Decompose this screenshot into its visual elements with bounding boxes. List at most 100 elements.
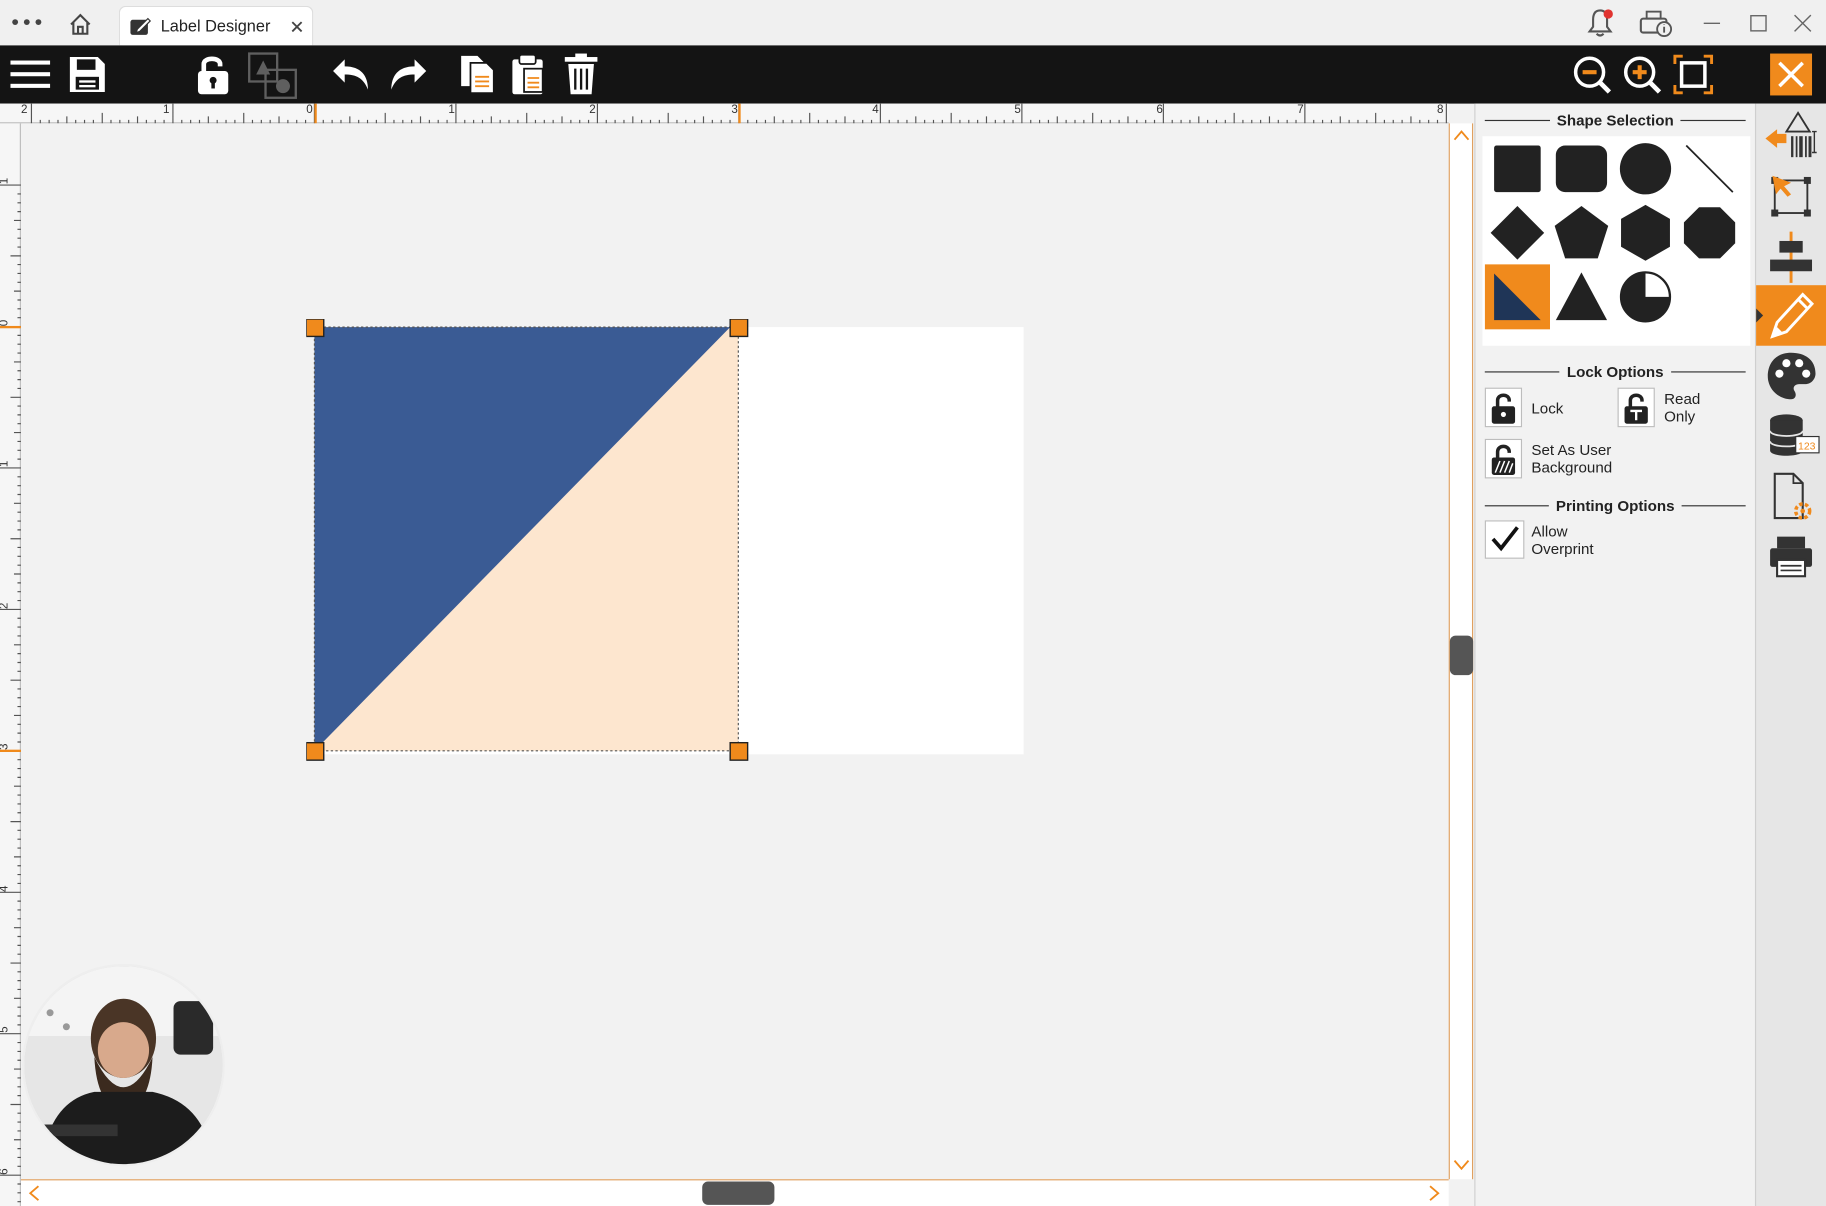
h-ruler-label: 0 (306, 103, 313, 117)
tool-rail: 123 (1754, 103, 1826, 1206)
circle-shape-option[interactable] (1613, 136, 1678, 201)
rail-select-object[interactable] (1756, 166, 1826, 227)
right-triangle-shape-option[interactable] (1484, 264, 1551, 330)
copy-icon[interactable] (456, 54, 503, 96)
more-icon[interactable] (12, 16, 42, 28)
allow-overprint-checkbox[interactable] (1484, 520, 1525, 559)
right-triangle-shape[interactable] (306, 318, 749, 761)
resize-handle-top-right[interactable] (729, 318, 749, 338)
octagon-shape-option[interactable] (1677, 200, 1742, 265)
paste-icon[interactable] (510, 52, 547, 96)
allow-overprint-option[interactable]: Allow Overprint (1484, 520, 1671, 562)
design-canvas[interactable] (22, 123, 1449, 1180)
rail-database[interactable]: 123 (1756, 406, 1826, 467)
vertical-ruler: 1 0 1 2 3 4 5 6 (0, 123, 21, 1206)
h-ruler-label: 5 (1014, 103, 1021, 117)
printing-options-title: Printing Options (1485, 496, 1746, 515)
tab-label-designer[interactable]: Label Designer (118, 5, 314, 46)
v-ruler-label: 1 (0, 178, 11, 184)
rail-pencil[interactable] (1756, 285, 1826, 346)
read-only-lock-icon (1617, 387, 1655, 428)
rounded-rectangle-shape-option[interactable] (1549, 136, 1614, 201)
h-ruler-label: 7 (1297, 103, 1304, 117)
delete-icon[interactable] (564, 52, 599, 96)
redo-icon[interactable] (387, 55, 429, 95)
shape-grid (1482, 136, 1751, 346)
zoom-out-icon[interactable] (1572, 55, 1612, 95)
title-bar: Label Designer (0, 0, 1826, 46)
group-icon[interactable] (247, 51, 298, 100)
notification-bell-icon[interactable] (1584, 6, 1617, 39)
line-shape-option[interactable] (1677, 136, 1742, 201)
close-designer-icon (1778, 61, 1804, 88)
checkmark-icon (1491, 526, 1519, 552)
rail-palette[interactable] (1756, 346, 1826, 407)
vertical-ruler-ticks (0, 184, 21, 1203)
scroll-up-icon[interactable] (1452, 126, 1471, 147)
set-as-user-background-option[interactable]: Set As User Background (1484, 438, 1695, 481)
close-tab-icon[interactable] (290, 20, 304, 34)
resize-handle-bottom-left[interactable] (306, 741, 325, 761)
h-ruler-label: 4 (872, 103, 879, 117)
fit-to-page-icon[interactable] (1673, 54, 1714, 95)
hexagon-shape-option[interactable] (1613, 200, 1678, 265)
menu-icon[interactable] (9, 57, 51, 92)
horizontal-scroll-thumb[interactable] (702, 1181, 775, 1205)
main-toolbar (0, 45, 1826, 104)
close-designer-button[interactable] (1770, 53, 1813, 96)
zoom-in-icon[interactable] (1622, 55, 1662, 95)
presenter-video-image (24, 966, 223, 1165)
read-only-option[interactable]: Read Only (1617, 387, 1746, 430)
v-ruler-label: 0 (0, 320, 11, 326)
read-only-label-line2: Only (1664, 407, 1696, 425)
user-background-label-line1: Set As User (1531, 441, 1612, 459)
resize-handle-top-left[interactable] (306, 318, 325, 338)
lock-icon (1484, 387, 1523, 428)
pentagon-shape-option[interactable] (1549, 200, 1614, 265)
rail-barcode-hazard[interactable] (1756, 106, 1826, 167)
align-icon (1770, 231, 1813, 283)
barcode-hazard-icon (1765, 111, 1817, 158)
horizontal-ruler-ticks (30, 103, 1447, 124)
h-ruler-label: 6 (1156, 103, 1163, 117)
lock-label: Lock (1531, 399, 1564, 417)
unlock-icon[interactable] (193, 52, 233, 96)
scroll-down-icon[interactable] (1452, 1155, 1471, 1176)
rail-page-settings[interactable] (1756, 467, 1826, 528)
tab-title: Label Designer (160, 16, 271, 35)
rail-print[interactable] (1756, 527, 1826, 588)
pie-shape-option[interactable] (1613, 264, 1678, 329)
print-icon (1770, 536, 1813, 578)
webcam-overlay (22, 963, 225, 1167)
v-ruler-label: 1 (0, 461, 11, 467)
h-ruler-label: 8 (1437, 103, 1444, 117)
lock-option[interactable]: Lock (1484, 387, 1601, 430)
v-ruler-label: 3 (0, 744, 11, 750)
close-window-icon[interactable] (1793, 14, 1812, 33)
user-background-label-line2: Background (1531, 458, 1613, 477)
triangle-shape-option[interactable] (1549, 264, 1614, 329)
page-settings-icon (1773, 472, 1812, 520)
scroll-left-icon[interactable] (24, 1183, 45, 1204)
rectangle-shape-option[interactable] (1485, 136, 1550, 201)
printer-info-icon[interactable] (1637, 7, 1674, 40)
home-icon[interactable] (68, 12, 94, 38)
maximize-icon[interactable] (1749, 14, 1768, 33)
properties-panel: Shape Selection Lock Options Lock Read O… (1474, 103, 1755, 1206)
h-ruler-label: 1 (163, 103, 170, 117)
vertical-scrollbar[interactable] (1448, 123, 1474, 1180)
vertical-scroll-thumb[interactable] (1449, 635, 1474, 676)
h-ruler-label: 2 (20, 103, 28, 117)
horizontal-scrollbar[interactable] (20, 1179, 1449, 1206)
resize-handle-bottom-right[interactable] (729, 741, 749, 761)
lock-options-title: Lock Options (1485, 362, 1746, 381)
select-object-icon (1771, 175, 1811, 217)
save-icon[interactable] (68, 55, 108, 95)
scroll-right-icon[interactable] (1423, 1183, 1444, 1204)
v-ruler-label: 5 (0, 1026, 11, 1032)
minimize-icon[interactable] (1703, 14, 1722, 33)
background-lock-icon (1484, 438, 1523, 479)
diamond-shape-option[interactable] (1485, 200, 1550, 265)
rail-align[interactable] (1756, 227, 1826, 288)
undo-icon[interactable] (331, 55, 373, 95)
